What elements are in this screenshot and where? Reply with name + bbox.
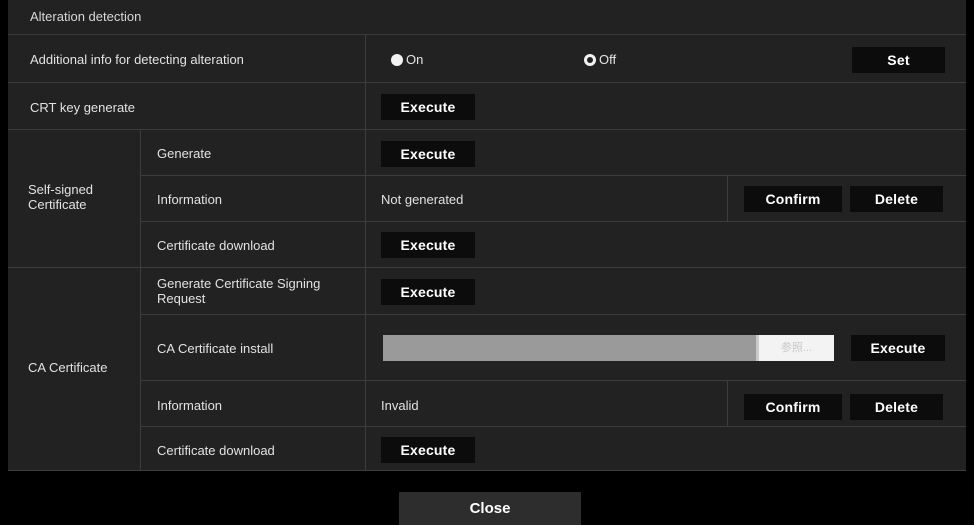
dialog-title-bar: Alteration detection — [8, 0, 966, 35]
browse-button[interactable]: 参照... — [759, 335, 834, 361]
column-divider — [727, 381, 728, 426]
ca-csr-label: Generate Certificate Signing Request — [157, 276, 321, 306]
self-signed-group: Self-signed Certificate — [8, 130, 141, 268]
column-divider — [365, 315, 366, 380]
file-path-input[interactable] — [383, 335, 759, 361]
ca-information-row: Information Invalid Confirm Delete — [141, 381, 966, 427]
radio-on-icon — [391, 53, 403, 66]
ca-certificate-group-label: CA Certificate — [28, 360, 108, 375]
ca-download-row: Certificate download Execute — [141, 427, 966, 471]
ca-download-label: Certificate download — [157, 443, 275, 458]
self-signed-generate-label: Generate — [157, 146, 212, 161]
radio-on[interactable]: On — [391, 52, 423, 67]
self-signed-information-label: Information — [157, 192, 223, 207]
self-signed-download-label: Certificate download — [157, 238, 275, 253]
crt-key-execute-button[interactable]: Execute — [381, 94, 475, 120]
ca-csr-row: Generate Certificate Signing Request Exe… — [141, 268, 966, 315]
self-signed-information-value: Not generated — [381, 192, 464, 207]
set-button[interactable]: Set — [852, 47, 945, 73]
ca-confirm-button[interactable]: Confirm — [744, 394, 842, 420]
self-signed-delete-button[interactable]: Delete — [850, 186, 943, 212]
ca-download-execute-button[interactable]: Execute — [381, 437, 475, 463]
crt-key-label: CRT key generate — [30, 100, 136, 115]
dialog-title: Alteration detection — [30, 9, 142, 24]
radio-on-label: On — [406, 52, 424, 67]
column-divider — [365, 381, 366, 426]
close-button[interactable]: Close — [399, 492, 581, 525]
column-divider — [365, 268, 366, 314]
ca-information-label: Information — [157, 398, 223, 413]
self-signed-confirm-button[interactable]: Confirm — [744, 186, 842, 212]
radio-off[interactable]: Off — [584, 52, 616, 67]
self-signed-generate-execute-button[interactable]: Execute — [381, 141, 475, 167]
column-divider — [365, 222, 366, 267]
self-signed-information-row: Information Not generated Confirm Delete — [141, 176, 966, 222]
ca-install-label: CA Certificate install — [157, 341, 274, 356]
ca-csr-execute-button[interactable]: Execute — [381, 279, 475, 305]
column-divider — [365, 130, 366, 175]
column-divider — [365, 35, 366, 82]
ca-certificate-group: CA Certificate — [8, 268, 141, 471]
radio-off-label: Off — [599, 52, 617, 67]
column-divider — [365, 83, 366, 129]
additional-info-label: Additional info for detecting alteration — [30, 52, 244, 67]
ca-delete-button[interactable]: Delete — [850, 394, 943, 420]
self-signed-download-row: Certificate download Execute — [141, 222, 966, 268]
self-signed-generate-row: Generate Execute — [141, 130, 966, 176]
ca-install-execute-button[interactable]: Execute — [851, 335, 945, 361]
additional-info-row: Additional info for detecting alteration… — [8, 35, 966, 83]
self-signed-download-execute-button[interactable]: Execute — [381, 232, 475, 258]
crt-key-row: CRT key generate Execute — [8, 83, 966, 130]
column-divider — [365, 427, 366, 470]
column-divider — [727, 176, 728, 221]
ca-information-value: Invalid — [381, 398, 419, 413]
radio-off-selected-icon — [584, 53, 596, 66]
column-divider — [365, 176, 366, 221]
self-signed-group-label: Self-signed Certificate — [28, 182, 94, 212]
